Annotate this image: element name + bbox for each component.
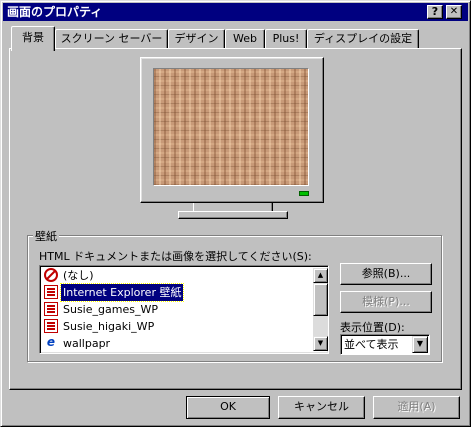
title-bar[interactable]: 画面のプロパティ ? ✕ — [3, 3, 468, 21]
no-icon — [44, 268, 58, 282]
list-item-wallpapr[interactable]: e wallpapr — [42, 335, 313, 352]
list-item-ie-wallpaper[interactable]: Internet Explorer 壁紙 — [42, 283, 313, 302]
wallpaper-group-label: 壁紙 — [33, 228, 59, 244]
document-icon — [44, 302, 58, 316]
internet-explorer-icon: e — [46, 335, 56, 349]
power-led-icon — [299, 191, 309, 196]
close-button[interactable]: ✕ — [446, 5, 462, 19]
monitor-neck — [193, 203, 273, 211]
scroll-down-button[interactable]: ▼ — [313, 336, 328, 351]
tab-appearance[interactable]: デザイン — [168, 29, 225, 49]
display-position-select[interactable]: 並べて表示 ▼ — [340, 334, 430, 355]
document-icon — [44, 319, 58, 333]
ok-button[interactable]: OK — [186, 396, 270, 419]
list-item-none[interactable]: (なし) — [42, 267, 313, 284]
scrollbar-thumb[interactable] — [313, 283, 328, 316]
wallpaper-list[interactable]: (なし) Internet Explorer 壁紙 Susie_games_WP… — [39, 265, 329, 354]
display-position-label: 表示位置(D): — [340, 321, 405, 334]
pattern-button[interactable]: 模様(P)... — [340, 291, 432, 313]
scroll-up-button[interactable]: ▲ — [313, 268, 328, 283]
monitor-stand — [178, 211, 288, 219]
apply-button[interactable]: 適用(A) — [373, 396, 460, 419]
help-button[interactable]: ? — [427, 5, 443, 19]
list-item-susie-games[interactable]: Susie_games_WP — [42, 301, 313, 318]
window-title: 画面のプロパティ — [7, 5, 103, 19]
tab-web[interactable]: Web — [225, 29, 265, 49]
wallpaper-preview-screen — [153, 68, 309, 186]
wallpaper-prompt: HTML ドキュメントまたは画像を選択してください(S): — [39, 250, 312, 263]
chevron-down-icon[interactable]: ▼ — [412, 336, 428, 353]
tab-background[interactable]: 背景 — [11, 26, 55, 51]
tab-plus[interactable]: Plus! — [265, 29, 307, 49]
list-item-susie-higaki[interactable]: Susie_higaki_WP — [42, 318, 313, 335]
browse-button[interactable]: 参照(B)... — [340, 263, 432, 285]
tab-settings[interactable]: ディスプレイの設定 — [307, 29, 419, 49]
tab-screen-saver[interactable]: スクリーン セーバー — [55, 29, 168, 49]
document-icon — [44, 285, 58, 299]
cancel-button[interactable]: キャンセル — [278, 396, 365, 419]
